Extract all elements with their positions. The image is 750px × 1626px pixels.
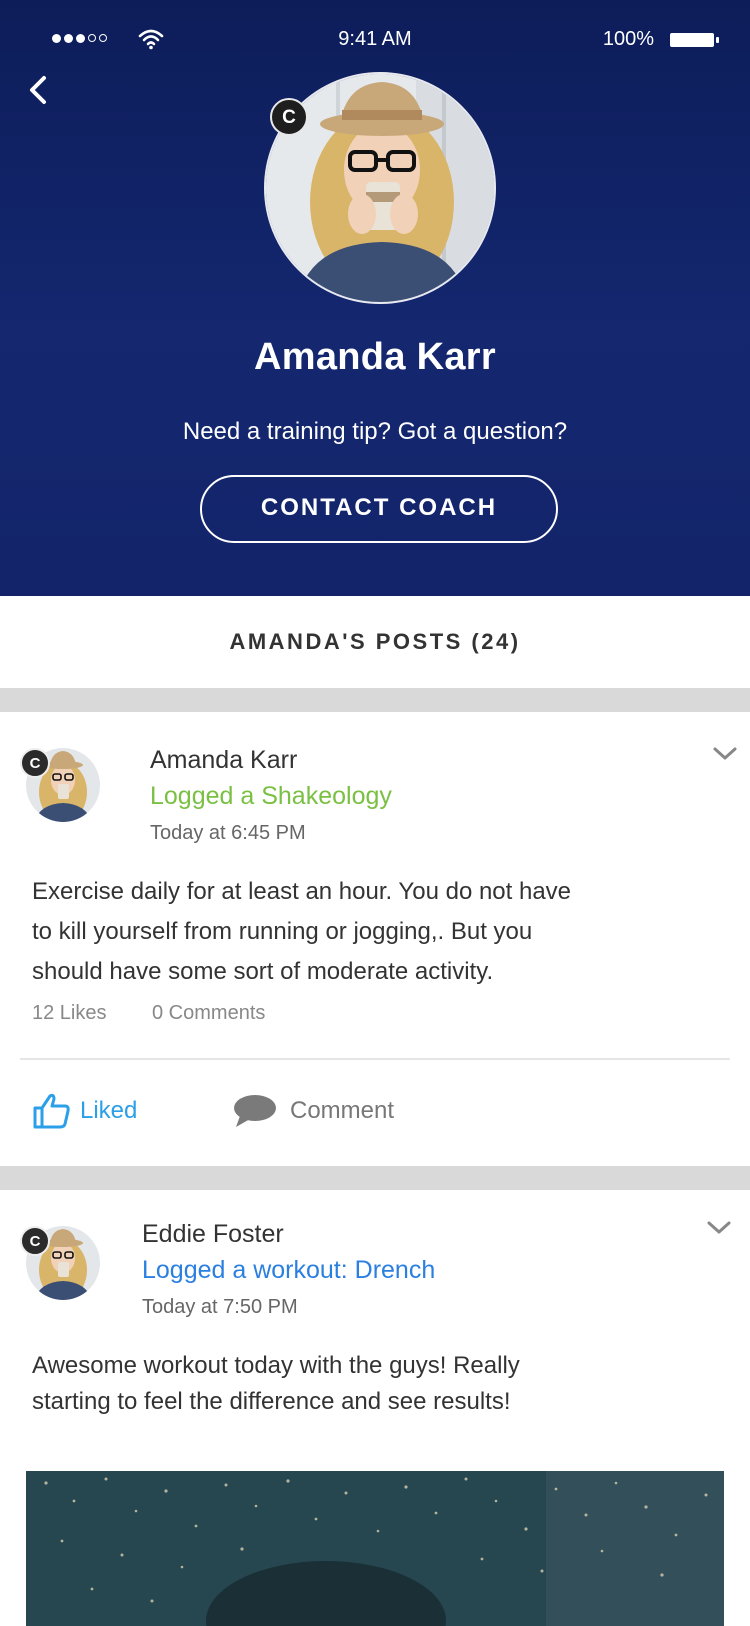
coach-badge: C	[20, 748, 50, 778]
post-timestamp: Today at 7:50 PM	[142, 1296, 298, 1318]
post-body-line: Exercise daily for at least an hour. You…	[32, 878, 572, 905]
post-body-line: should have some sort of moderate activi…	[32, 958, 494, 985]
profile-header: 9:41 AM 100% C Amanda Karr Need a traini…	[0, 0, 750, 596]
profile-name: Amanda Karr	[254, 336, 496, 378]
like-button[interactable]: Liked	[32, 1092, 137, 1130]
post-photo[interactable]	[26, 1471, 724, 1626]
like-button-label: Liked	[80, 1097, 138, 1124]
speech-bubble-icon	[234, 1095, 276, 1127]
post-timestamp: Today at 6:45 PM	[150, 822, 306, 844]
status-bar: 9:41 AM 100%	[0, 26, 750, 56]
post-action[interactable]: Logged a Shakeology	[150, 782, 392, 811]
battery-icon	[670, 33, 719, 47]
coach-badge: C	[270, 98, 308, 136]
post-body-line: to kill yourself from running or jogging…	[32, 918, 533, 945]
contact-coach-button[interactable]: CONTACT COACH	[200, 475, 558, 543]
posts-section-title[interactable]: AMANDA'S POSTS (24)	[0, 596, 750, 688]
section-divider	[0, 1166, 750, 1190]
likes-count[interactable]: 12 Likes	[32, 1002, 107, 1025]
post-author[interactable]: Eddie Foster	[142, 1220, 284, 1249]
post-photo-image	[26, 1471, 724, 1626]
profile-tagline: Need a training tip? Got a question?	[182, 418, 568, 445]
post-body: Exercise daily for at least an hour. You…	[32, 872, 732, 992]
chevron-down-icon[interactable]	[712, 746, 738, 762]
section-divider	[0, 688, 750, 712]
post-action[interactable]: Logged a workout: Drench	[142, 1256, 435, 1285]
chevron-down-icon[interactable]	[706, 1220, 732, 1236]
comment-button-label: Comment	[290, 1097, 395, 1124]
thumbs-up-icon	[33, 1093, 70, 1129]
post-body: Awesome workout today with the guys! Rea…	[32, 1348, 732, 1420]
post-body-line: starting to feel the difference and see …	[32, 1388, 511, 1415]
card-divider	[20, 1058, 730, 1060]
post-author[interactable]: Amanda Karr	[150, 746, 297, 775]
post-card: C Amanda Karr Logged a Shakeology Today …	[0, 712, 750, 1166]
comments-count[interactable]: 0 Comments	[152, 1002, 265, 1025]
battery-percent: 100%	[602, 28, 654, 50]
comment-button[interactable]: Comment	[232, 1092, 394, 1130]
coach-badge: C	[20, 1226, 50, 1256]
post-body-line: Awesome workout today with the guys! Rea…	[32, 1352, 520, 1379]
coach-profile-screen: 9:41 AM 100% C Amanda Karr Need a traini…	[0, 0, 750, 1626]
chevron-left-icon[interactable]	[24, 72, 54, 108]
